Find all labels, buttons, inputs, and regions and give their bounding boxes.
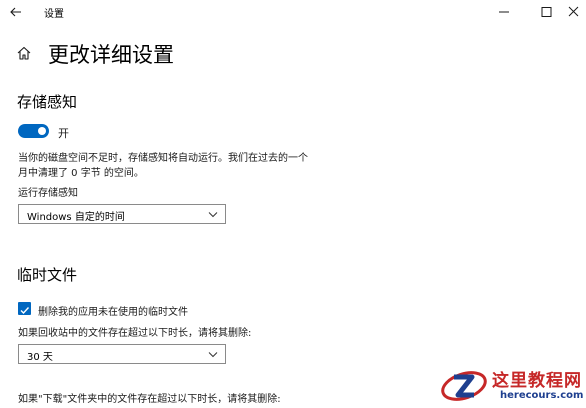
temp-files-heading: 临时文件 — [17, 266, 78, 284]
storage-sense-description-line2: 月中清理了 0 字节 的空间。 — [18, 168, 144, 179]
maximize-icon — [541, 7, 552, 17]
app-title: 设置 — [44, 9, 64, 20]
checkmark-icon — [20, 307, 30, 315]
recycle-bin-duration-dropdown[interactable]: 30 天 — [18, 344, 226, 364]
minimize-button[interactable] — [490, 0, 518, 24]
toggle-knob — [38, 127, 46, 135]
run-storage-sense-value: Windows 自定的时间 — [27, 212, 125, 223]
minimize-icon — [499, 11, 509, 13]
chevron-down-icon — [208, 352, 218, 358]
storage-sense-heading: 存储感知 — [17, 93, 78, 111]
delete-temp-files-checkbox[interactable] — [18, 302, 31, 315]
home-button[interactable] — [16, 45, 32, 61]
chevron-down-icon — [208, 212, 218, 218]
delete-temp-files-label: 删除我的应用未在使用的临时文件 — [38, 307, 188, 318]
downloads-label: 如果"下载"文件夹中的文件存在超过以下时长，请将其删除: — [18, 394, 281, 405]
maximize-button[interactable] — [532, 0, 560, 24]
page-title: 更改详细设置 — [48, 43, 174, 67]
close-icon — [568, 6, 579, 17]
home-icon — [17, 46, 31, 60]
back-arrow-icon — [10, 7, 21, 17]
title-bar: 设置 — [0, 0, 586, 24]
recycle-bin-label: 如果回收站中的文件存在超过以下时长，请将其删除: — [18, 328, 252, 339]
watermark-logo — [440, 368, 488, 404]
back-button[interactable] — [6, 2, 26, 22]
watermark-url: herecours.com — [500, 390, 584, 401]
storage-sense-toggle[interactable] — [18, 124, 49, 138]
close-button[interactable] — [562, 0, 586, 24]
recycle-bin-duration-value: 30 天 — [27, 352, 53, 363]
run-storage-sense-dropdown[interactable]: Windows 自定的时间 — [18, 204, 226, 224]
storage-sense-description-line1: 当你的磁盘空间不足时，存储感知将自动运行。我们在过去的一个 — [18, 153, 308, 164]
run-storage-sense-label: 运行存储感知 — [18, 188, 78, 199]
toggle-state-label: 开 — [58, 127, 69, 140]
watermark-text: 这里教程网 — [492, 371, 582, 391]
